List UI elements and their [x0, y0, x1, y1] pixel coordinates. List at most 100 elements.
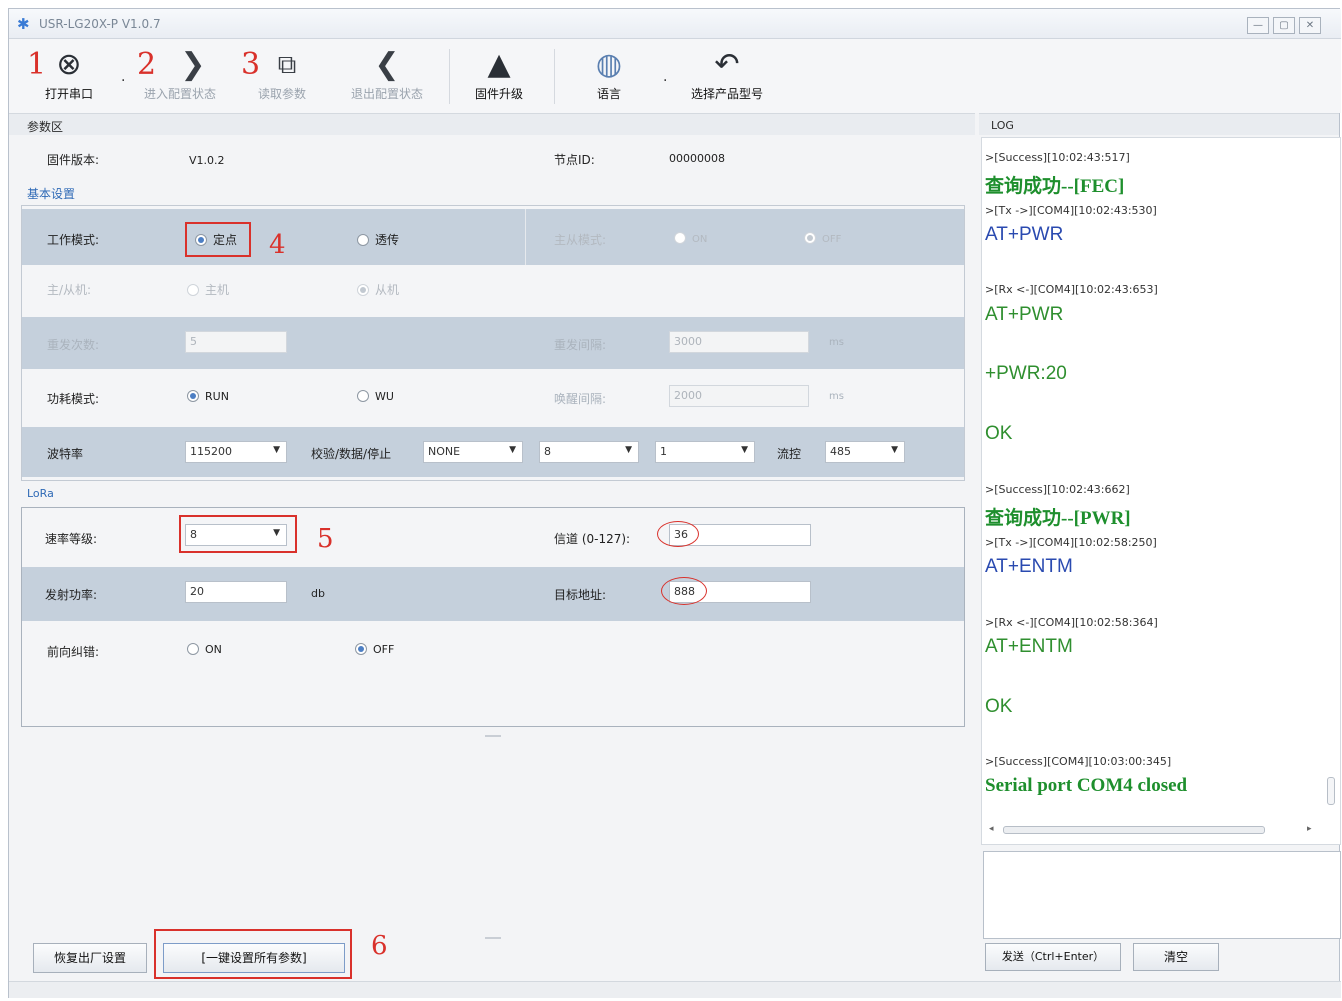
log-line: >[Tx ->][COM4][10:02:58:250] — [985, 536, 1157, 549]
radio-wu-label: WU — [375, 390, 394, 403]
open-port-button[interactable]: ⊗ 打开串口 — [29, 39, 109, 111]
radio-fec-off-label: OFF — [373, 643, 395, 656]
speed-level-value: 8 — [190, 528, 197, 541]
baud-label: 波特率 — [47, 447, 84, 461]
parity-select[interactable]: NONE ▼ — [423, 441, 523, 463]
wake-interval-input[interactable]: 2000 — [669, 385, 809, 407]
read-params-button[interactable]: ⧉ 读取参数 — [247, 39, 317, 111]
radio-fec-on[interactable]: ON — [187, 643, 222, 656]
row-tx-power — [22, 567, 964, 621]
row-divider — [525, 209, 526, 265]
baud-select[interactable]: 115200 ▼ — [185, 441, 287, 463]
factory-reset-button[interactable]: 恢复出厂设置 — [33, 943, 147, 973]
radio-fixed-point[interactable]: 定点 — [195, 231, 237, 248]
retry-interval-input[interactable]: 3000 — [669, 331, 809, 353]
work-mode-label: 工作模式: — [47, 233, 100, 247]
radio-slave-icon — [357, 284, 369, 296]
maximize-button[interactable]: ▢ — [1273, 17, 1295, 34]
tx-power-unit: db — [311, 587, 325, 600]
marker-6: 6 — [371, 931, 388, 961]
chart-magnifier-icon: ⧉ — [277, 50, 297, 80]
clear-button[interactable]: 清空 — [1133, 943, 1219, 971]
log-line: AT+PWR — [985, 224, 1064, 245]
flow-select[interactable]: 485 ▼ — [825, 441, 905, 463]
globe-icon: ◍ — [595, 47, 623, 82]
fec-label: 前向纠错: — [47, 645, 100, 659]
log-line: AT+PWR — [985, 304, 1064, 325]
log-title: LOG — [991, 119, 1014, 132]
log-line: +PWR:20 — [985, 363, 1067, 384]
toolbar-divider — [449, 49, 450, 104]
log-line: Serial port COM4 closed — [985, 775, 1188, 796]
power-mode-label: 功耗模式: — [47, 392, 100, 406]
parity-label: 校验/数据/停止 — [311, 447, 392, 461]
radio-run[interactable]: RUN — [187, 390, 229, 403]
firmware-upgrade-button[interactable]: ▲ 固件升级 — [461, 39, 537, 111]
firmware-value: V1.0.2 — [189, 154, 225, 167]
exit-config-button[interactable]: ❮ 退出配置状态 — [337, 39, 437, 111]
close-button[interactable]: ✕ — [1299, 17, 1321, 34]
log-line: >[Rx <-][COM4][10:02:58:364] — [985, 616, 1158, 629]
dot: . — [121, 69, 126, 85]
select-model-button[interactable]: ↶ 选择产品型号 — [677, 39, 777, 111]
radio-master[interactable]: 主机 — [187, 281, 229, 298]
radio-ms-off[interactable]: OFF — [804, 232, 841, 245]
radio-slave-label: 从机 — [375, 283, 400, 297]
data-bits-value: 8 — [544, 445, 551, 458]
minimize-button[interactable]: — — [1247, 17, 1269, 34]
log-line: AT+ENTM — [985, 556, 1073, 577]
dropdown-arrow-icon: ▼ — [891, 445, 898, 455]
language-button[interactable]: ◍ 语言 — [577, 39, 641, 111]
radio-ms-on-label: ON — [692, 234, 708, 245]
annotation-oval-channel — [657, 521, 699, 547]
flow-value: 485 — [830, 445, 851, 458]
retry-count-input[interactable]: 5 — [185, 331, 287, 353]
parity-value: NONE — [428, 445, 461, 458]
marker-5: 5 — [317, 524, 334, 554]
horizontal-scrollbar-thumb[interactable] — [1003, 826, 1265, 834]
app-window: ✱ USR-LG20X-P V1.0.7 — ▢ ✕ 1 ⊗ 打开串口 . 2 … — [8, 8, 1341, 998]
set-all-params-button[interactable]: [一键设置所有参数] — [163, 943, 345, 973]
flow-label: 流控 — [777, 447, 802, 461]
dropdown-arrow-icon: ▼ — [273, 528, 280, 538]
dropdown-arrow-icon: ▼ — [741, 445, 748, 455]
master-slave-label: 主/从机: — [47, 283, 92, 297]
radio-slave[interactable]: 从机 — [357, 281, 399, 298]
splitter-handle[interactable] — [485, 735, 501, 737]
retry-count-label: 重发次数: — [47, 338, 100, 352]
splitter-handle[interactable] — [485, 937, 501, 939]
data-bits-select[interactable]: 8 ▼ — [539, 441, 639, 463]
radio-ms-on[interactable]: ON — [674, 232, 707, 245]
radio-transparent[interactable]: 透传 — [357, 231, 399, 248]
radio-trans-icon — [357, 234, 369, 246]
speed-level-select[interactable]: 8 ▼ — [185, 524, 287, 546]
vertical-scrollbar-thumb[interactable] — [1327, 777, 1335, 805]
radio-ms-on-icon — [674, 232, 686, 244]
radio-run-label: RUN — [205, 390, 229, 403]
node-id-value: 00000008 — [669, 152, 725, 165]
basic-settings-title: 基本设置 — [27, 187, 76, 201]
chevron-left-icon: ❮ — [374, 47, 400, 82]
scroll-right-icon[interactable]: ▸ — [1307, 824, 1312, 834]
radio-ms-off-label: OFF — [822, 234, 842, 245]
title-bar: ✱ USR-LG20X-P V1.0.7 — ▢ ✕ — [9, 9, 1341, 39]
send-button[interactable]: 发送（Ctrl+Enter） — [985, 943, 1121, 971]
toolbar-divider — [554, 49, 555, 104]
row-retry — [22, 317, 964, 369]
log-header: LOG — [979, 113, 1339, 135]
send-textarea[interactable] — [983, 851, 1341, 939]
stop-bits-select[interactable]: 1 ▼ — [655, 441, 755, 463]
location-pin-icon: ⊗ — [56, 47, 82, 82]
dot: . — [663, 69, 668, 85]
node-id-label: 节点ID: — [554, 153, 595, 167]
speed-level-label: 速率等级: — [45, 532, 98, 546]
enter-config-button[interactable]: ❯ 进入配置状态 — [134, 39, 226, 111]
tx-power-input[interactable]: 20 — [185, 581, 287, 603]
chevron-right-icon: ❯ — [180, 47, 206, 82]
radio-wu[interactable]: WU — [357, 390, 394, 403]
rocket-icon: ▲ — [487, 47, 511, 82]
radio-fec-on-icon — [187, 643, 199, 655]
log-line: AT+ENTM — [985, 636, 1073, 657]
scroll-left-icon[interactable]: ◂ — [989, 824, 994, 834]
radio-fec-off[interactable]: OFF — [355, 643, 394, 656]
